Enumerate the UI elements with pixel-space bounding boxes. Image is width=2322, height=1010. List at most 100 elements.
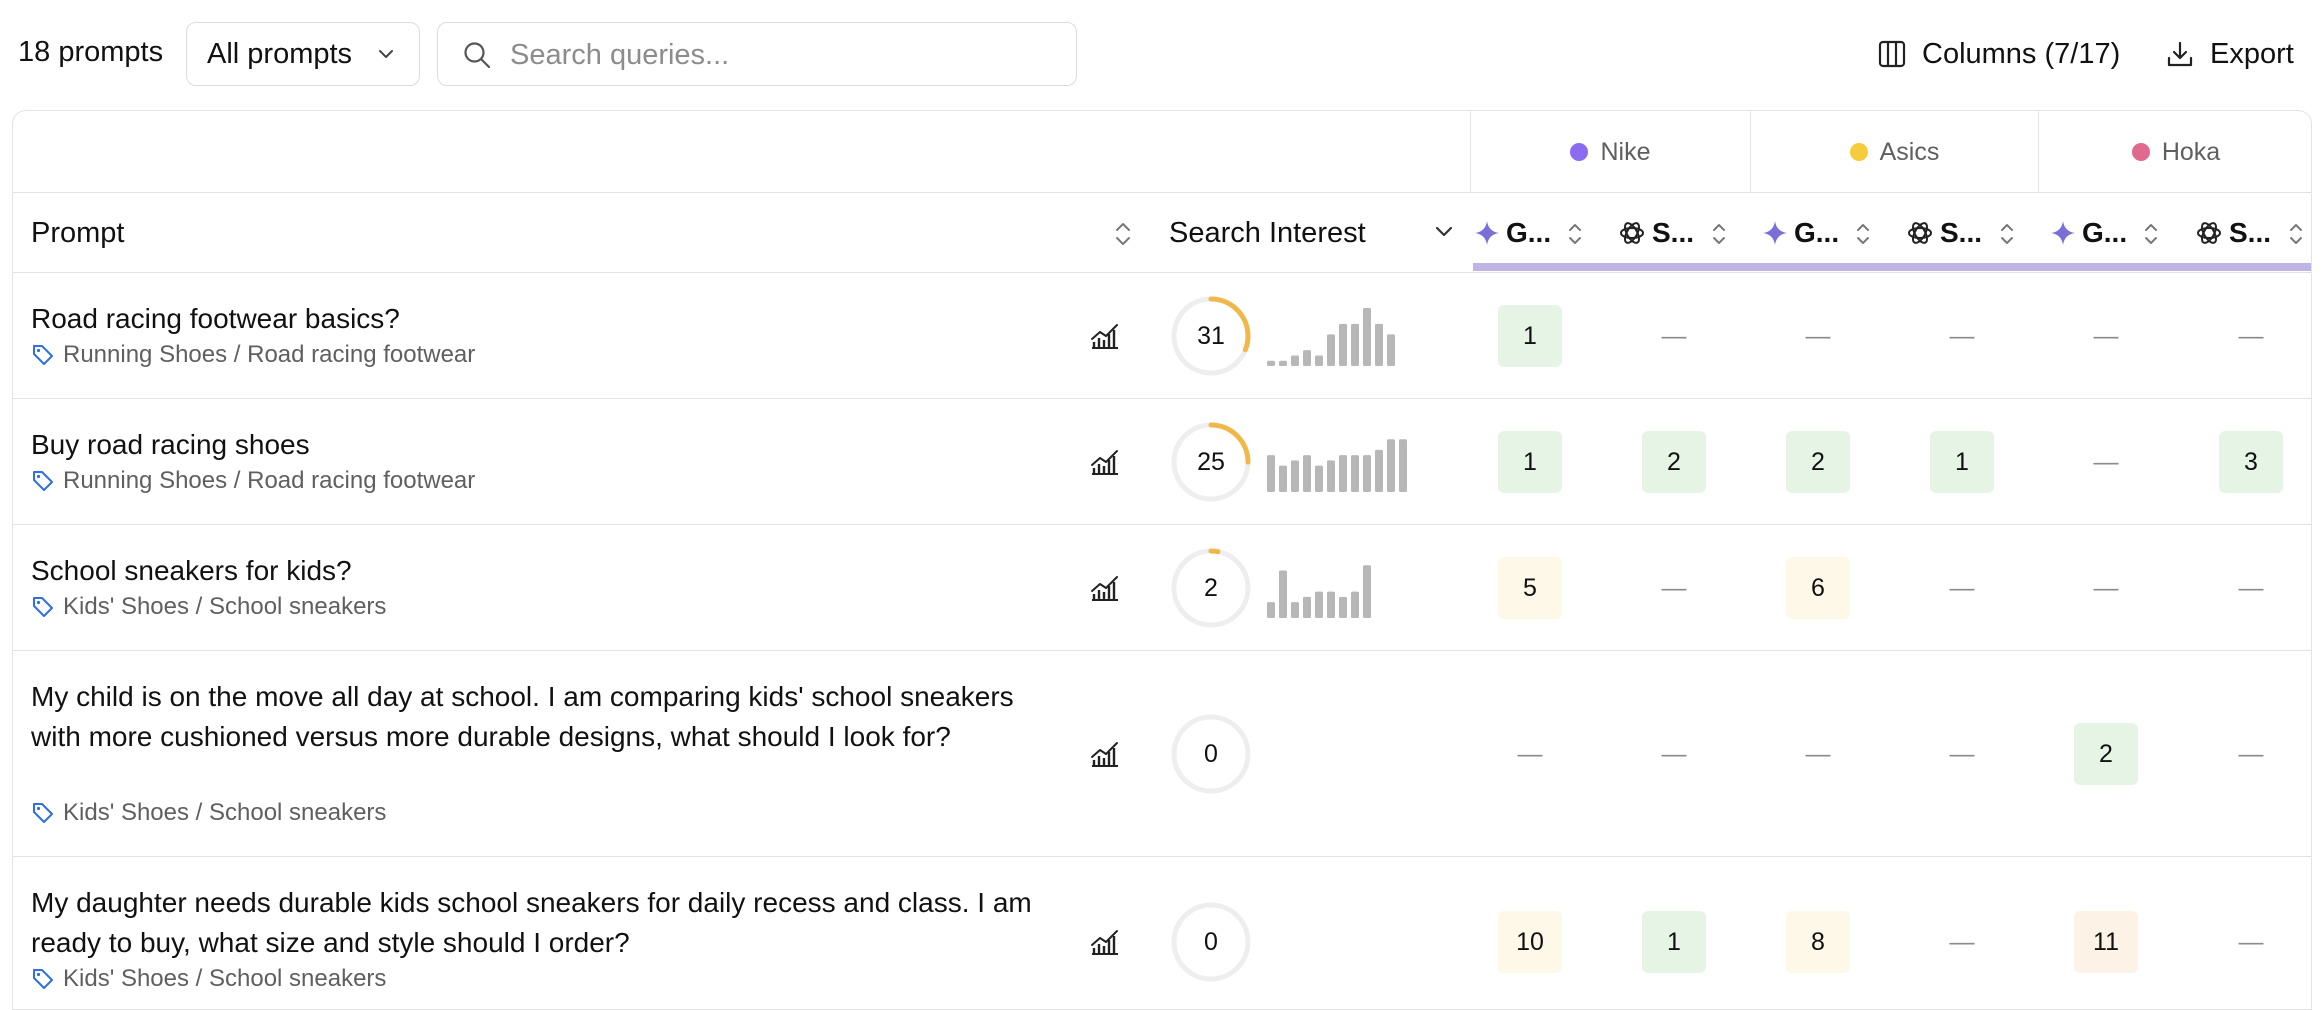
columns-label: Columns (7/17)	[1922, 37, 2121, 70]
column-header-model-6[interactable]: S...	[2195, 193, 2311, 273]
trend-chart-icon[interactable]	[1089, 446, 1121, 483]
columns-button[interactable]: Columns (7/17)	[1878, 22, 2120, 86]
chevron-down-icon[interactable]	[1433, 223, 1455, 241]
rank-badge[interactable]: 11	[2074, 911, 2138, 973]
sort-icon[interactable]	[2287, 220, 2305, 255]
search-box	[437, 22, 1077, 86]
rank-empty: —	[2093, 573, 2119, 602]
brand-header-row: Nike Asics Hoka	[13, 111, 2311, 193]
sort-icon[interactable]	[1998, 220, 2016, 255]
sparkline-bar	[1351, 455, 1359, 492]
sparkline-bar	[1279, 360, 1287, 366]
search-interest-value: 2	[1204, 573, 1218, 602]
prompt-text: Road racing footwear basics?	[31, 303, 400, 334]
rank-badge[interactable]: 1	[1498, 305, 1562, 367]
sparkline-bar	[1291, 602, 1299, 618]
rank-badge[interactable]: 2	[1642, 431, 1706, 493]
sparkline-bar	[1339, 323, 1347, 366]
rank-badge[interactable]: 1	[1642, 911, 1706, 973]
gemini-icon	[1762, 220, 1788, 246]
sparkline-bar	[1291, 355, 1299, 366]
sort-icon[interactable]	[2142, 220, 2160, 255]
prompt-filter-value: All prompts	[207, 37, 353, 70]
sparkline-bar	[1375, 449, 1383, 492]
table-row[interactable]: Buy road racing shoes Running Shoes / Roa…	[13, 399, 2311, 525]
prompt-count: 18 prompts	[18, 36, 164, 68]
rank-empty: —	[2238, 573, 2264, 602]
trend-chart-icon[interactable]	[1089, 738, 1121, 775]
openai-icon	[1618, 219, 1646, 247]
sparkline-bar	[1303, 350, 1311, 366]
rank-badge[interactable]: 5	[1498, 557, 1562, 619]
column-header-model-3[interactable]: G...	[1762, 193, 1892, 273]
sparkline-bar	[1267, 360, 1275, 366]
search-input[interactable]	[510, 35, 1050, 75]
rank-badge[interactable]: 2	[2074, 723, 2138, 785]
search-interest-sparkline	[1267, 558, 1375, 618]
sort-icon[interactable]	[1113, 219, 1133, 249]
table-row[interactable]: My daughter needs durable kids school sn…	[13, 857, 2311, 1009]
sort-icon[interactable]	[1710, 220, 1728, 255]
prompt-category-label: Running Shoes / Road racing footwear	[63, 467, 476, 494]
sparkline-bar	[1351, 591, 1359, 618]
model-header-label: S...	[1652, 217, 1695, 248]
column-header-search-interest[interactable]: Search Interest	[1169, 193, 1366, 273]
model-header-label: S...	[2229, 217, 2272, 248]
rank-empty: —	[2093, 447, 2119, 476]
sparkline-bar	[1327, 334, 1335, 366]
tag-icon	[33, 471, 53, 491]
prompt-filter-dropdown[interactable]: All prompts	[186, 22, 420, 86]
column-header-model-2[interactable]: S...	[1618, 193, 1748, 273]
rank-badge[interactable]: 6	[1786, 557, 1850, 619]
sparkline-bar	[1363, 455, 1371, 492]
prompt-category-label: Kids' Shoes / School sneakers	[63, 593, 387, 620]
prompt-category-tag: Kids' Shoes / School sneakers	[31, 593, 386, 621]
rank-badge[interactable]: 3	[2219, 431, 2283, 493]
rank-empty: —	[1661, 321, 1687, 350]
sparkline-bar	[1279, 570, 1287, 618]
table-row[interactable]: My child is on the move all day at schoo…	[13, 651, 2311, 857]
chevron-down-icon	[379, 50, 393, 58]
search-interest-gauge: 0	[1170, 901, 1252, 983]
sparkline-bar	[1315, 591, 1323, 618]
sort-icon[interactable]	[1566, 220, 1584, 255]
column-header-prompt: Prompt	[31, 216, 125, 249]
model-header-label: G...	[1794, 217, 1840, 248]
sort-icon[interactable]	[1854, 220, 1872, 255]
prompt-category-label: Kids' Shoes / School sneakers	[63, 799, 387, 826]
column-header-model-4[interactable]: S...	[1906, 193, 2036, 273]
export-button[interactable]: Export	[2166, 22, 2294, 86]
rank-badge[interactable]: 2	[1786, 431, 1850, 493]
prompt-text: School sneakers for kids?	[31, 555, 352, 586]
rank-empty: —	[1661, 573, 1687, 602]
download-icon	[2167, 41, 2193, 67]
rank-badge[interactable]: 1	[1930, 431, 1994, 493]
tag-icon	[33, 969, 53, 989]
trend-chart-icon[interactable]	[1089, 320, 1121, 357]
brand-name: Asics	[1879, 137, 1940, 166]
prompt-category-tag: Kids' Shoes / School sneakers	[31, 965, 386, 993]
rank-empty: —	[1949, 321, 1975, 350]
rank-badge[interactable]: 8	[1786, 911, 1850, 973]
prompt-text: My child is on the move all day at schoo…	[31, 681, 1014, 752]
rank-empty: —	[2093, 321, 2119, 350]
sparkline-bar	[1303, 455, 1311, 492]
column-header-model-1[interactable]: G...	[1474, 193, 1604, 273]
table-row[interactable]: Road racing footwear basics? Running Shoe…	[13, 273, 2311, 399]
table-row[interactable]: School sneakers for kids? Kids' Shoes / S…	[13, 525, 2311, 651]
sparkline-bar	[1339, 455, 1347, 492]
trend-chart-icon[interactable]	[1089, 572, 1121, 609]
prompt-category-tag: Running Shoes / Road racing footwear	[31, 341, 475, 369]
rank-badge[interactable]: 10	[1498, 911, 1562, 973]
sparkline-bar	[1327, 591, 1335, 618]
search-icon	[464, 42, 491, 69]
search-interest-sparkline	[1267, 306, 1399, 366]
column-header-model-5[interactable]: G...	[2050, 193, 2180, 273]
trend-chart-icon[interactable]	[1089, 926, 1121, 963]
prompt-category-tag: Running Shoes / Road racing footwear	[31, 467, 475, 495]
sparkline-bar	[1363, 308, 1371, 366]
brand-header-nike: Nike	[1470, 111, 1750, 193]
prompt-category-label: Running Shoes / Road racing footwear	[63, 341, 476, 368]
rank-badge[interactable]: 1	[1498, 431, 1562, 493]
sparkline-bar	[1339, 596, 1347, 618]
